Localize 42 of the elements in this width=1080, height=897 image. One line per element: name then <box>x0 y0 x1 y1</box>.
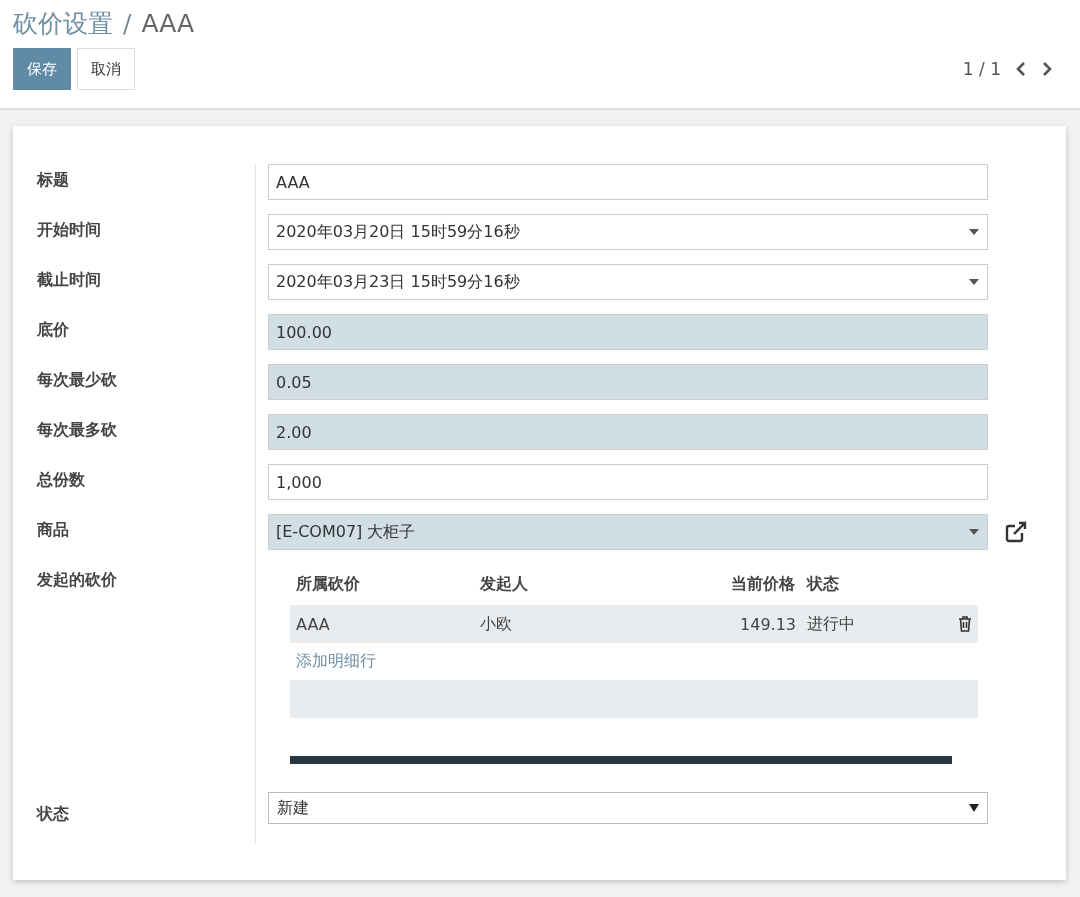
field-label: 状态 <box>37 804 69 825</box>
input-field[interactable]: 100.00 <box>268 314 988 350</box>
add-line-link[interactable]: 添加明细行 <box>290 643 980 680</box>
caret-icon <box>969 804 979 812</box>
date-field[interactable]: 2020年03月23日 15时59分16秒 <box>268 264 988 300</box>
field-label: 商品 <box>37 520 69 541</box>
table-cell-text: 进行中 <box>806 613 856 635</box>
trash-icon[interactable] <box>958 616 972 632</box>
product-dropdown[interactable]: [E-COM07] 大柜子 <box>268 514 988 550</box>
field-label: 每次最多砍 <box>37 420 117 441</box>
previous-icon[interactable] <box>1015 61 1027 77</box>
field-label: 截止时间 <box>37 270 101 291</box>
save-button[interactable]: 保存 <box>13 48 71 90</box>
next-icon[interactable] <box>1041 61 1053 77</box>
caret-icon <box>969 279 979 285</box>
field-label: 总份数 <box>37 470 85 491</box>
table-cell-text: AAA <box>295 614 331 634</box>
column-header: 发起人 <box>479 573 529 595</box>
status-select[interactable]: 新建 <box>268 792 988 824</box>
column-header: 状态 <box>805 573 840 595</box>
breadcrumb-separator: / <box>123 8 132 40</box>
record-title: AAA <box>141 8 195 40</box>
field-label: 开始时间 <box>37 220 101 241</box>
input-field[interactable]: 0.05 <box>268 364 988 400</box>
caret-icon <box>969 529 979 535</box>
caret-icon <box>969 229 979 235</box>
cancel-button[interactable]: 取消 <box>77 48 135 90</box>
input-field[interactable]: AAA <box>268 164 988 200</box>
input-field[interactable]: 2.00 <box>268 414 988 450</box>
field-label: 发起的砍价 <box>37 570 117 591</box>
external-link-icon[interactable] <box>1004 520 1028 544</box>
column-header: 所属砍价 <box>295 573 361 595</box>
date-field[interactable]: 2020年03月20日 15时59分16秒 <box>268 214 988 250</box>
table-row[interactable]: AAA 小欧 149.13 进行中 <box>290 605 978 643</box>
field-label: 标题 <box>37 170 69 191</box>
field-label: 底价 <box>37 320 69 341</box>
pager-count: 1 / 1 <box>962 59 1001 79</box>
table-cell-text: 149.13 <box>739 614 797 634</box>
field-label: 每次最少砍 <box>37 370 117 391</box>
input-field[interactable]: 1,000 <box>268 464 988 500</box>
table-cell-text: 小欧 <box>479 613 513 635</box>
column-header: 当前价格 <box>730 573 796 595</box>
